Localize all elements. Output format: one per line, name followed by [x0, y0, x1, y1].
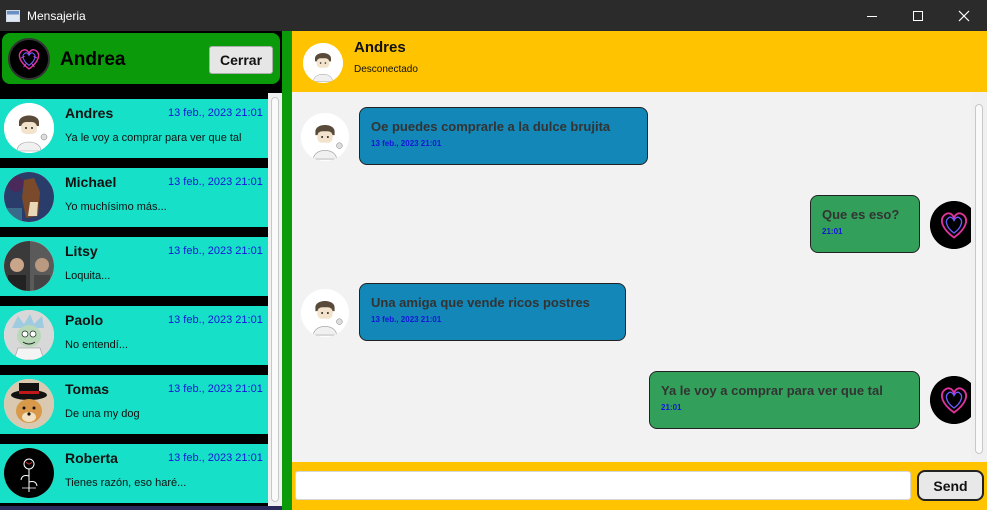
scientist-cartoon-avatar-icon: [4, 310, 54, 360]
contact-name: Roberta: [65, 450, 118, 466]
send-button[interactable]: Send: [917, 470, 984, 501]
contact-item-roberta[interactable]: Roberta 13 feb., 2023 21:01 Tienes razón…: [0, 444, 268, 503]
chat-contact-status: Desconectado: [354, 64, 418, 75]
message-text: Oe puedes comprarle a la dulce brujita: [371, 119, 611, 134]
contact-date: 13 feb., 2023 21:01: [168, 245, 263, 257]
maximize-icon: [913, 10, 923, 21]
contact-list-scrollbar[interactable]: [268, 93, 282, 510]
bottom-edge: [0, 506, 282, 510]
contact-item-litsy[interactable]: Litsy 13 feb., 2023 21:01 Loquita...: [0, 237, 268, 296]
message-time: 21:01: [822, 227, 843, 236]
contact-list[interactable]: Andres 13 feb., 2023 21:01 Ya le voy a c…: [0, 93, 268, 510]
contact-name: Litsy: [65, 243, 98, 259]
photo-collage-avatar-icon: [4, 241, 54, 291]
contact-last-message: No entendí...: [65, 339, 128, 351]
cartoon-boy-avatar-icon: [301, 113, 349, 161]
left-panel: Andrea Cerrar Andres 13 feb., 2023 21:01…: [0, 31, 292, 510]
contact-name: Paolo: [65, 312, 104, 328]
message-bubble-outgoing: Que es eso? 21:01: [810, 195, 920, 253]
window-controls: [849, 0, 987, 31]
contact-last-message: Ya le voy a comprar para ver que tal: [65, 132, 242, 144]
cerrar-button[interactable]: Cerrar: [209, 46, 273, 74]
close-icon: [958, 10, 970, 21]
contact-last-message: Yo muchísimo más...: [65, 201, 167, 213]
contact-date: 13 feb., 2023 21:01: [168, 107, 263, 119]
scrollbar-thumb[interactable]: [271, 97, 279, 502]
message-bubble-incoming: Oe puedes comprarle a la dulce brujita 1…: [359, 107, 648, 165]
cartoon-boy-avatar-icon: [4, 103, 54, 153]
panel-divider: [282, 31, 292, 510]
dog-with-hat-avatar-icon: [4, 379, 54, 429]
dark-rose-avatar-icon: [4, 448, 54, 498]
chat-contact-name: Andres: [354, 39, 406, 56]
minimize-button[interactable]: [849, 0, 895, 31]
message-text: Que es eso?: [822, 207, 900, 222]
message-time: 13 feb., 2023 21:01: [371, 315, 442, 324]
message-text: Una amiga que vende ricos postres: [371, 295, 590, 310]
message-bubble-incoming: Una amiga que vende ricos postres 13 feb…: [359, 283, 626, 341]
contact-date: 13 feb., 2023 21:01: [168, 176, 263, 188]
contact-last-message: Loquita...: [65, 270, 111, 282]
contact-item-tomas[interactable]: Tomas 13 feb., 2023 21:01 De una my dog: [0, 375, 268, 434]
message-bubble-outgoing: Ya le voy a comprar para ver que tal 21:…: [649, 371, 920, 429]
message-input[interactable]: [295, 471, 911, 500]
contact-name: Michael: [65, 174, 117, 190]
chat-panel: Andres Desconectado Oe puedes comprarle …: [292, 31, 987, 510]
message-area[interactable]: Oe puedes comprarle a la dulce brujita 1…: [292, 92, 987, 462]
contact-name: Tomas: [65, 381, 110, 397]
contact-date: 13 feb., 2023 21:01: [168, 383, 263, 395]
maximize-button[interactable]: [895, 0, 941, 31]
neon-heart-avatar-icon: [8, 38, 50, 80]
contact-last-message: De una my dog: [65, 408, 140, 420]
contact-name: Andres: [65, 105, 114, 121]
message-area-scrollbar[interactable]: [971, 92, 987, 462]
contact-item-michael[interactable]: Michael 13 feb., 2023 21:01 Yo muchísimo…: [0, 168, 268, 227]
message-time: 21:01: [661, 403, 682, 412]
contact-item-andres[interactable]: Andres 13 feb., 2023 21:01 Ya le voy a c…: [0, 99, 268, 158]
close-window-button[interactable]: [941, 0, 987, 31]
contact-item-paolo[interactable]: Paolo 13 feb., 2023 21:01 No entendí...: [0, 306, 268, 365]
contact-last-message: Tienes razón, eso haré...: [65, 477, 187, 489]
contact-date: 13 feb., 2023 21:01: [168, 314, 263, 326]
minimize-icon: [867, 15, 877, 17]
cartoon-boy-avatar-icon: [303, 43, 343, 83]
message-input-bar: Send: [292, 462, 987, 510]
window-titlebar: Mensajeria: [0, 0, 987, 31]
scrollbar-thumb[interactable]: [975, 104, 983, 454]
window-title: Mensajeria: [27, 8, 86, 23]
contact-date: 13 feb., 2023 21:01: [168, 452, 263, 464]
message-text: Ya le voy a comprar para ver que tal: [661, 383, 883, 398]
chat-header: Andres Desconectado: [292, 31, 987, 92]
message-time: 13 feb., 2023 21:01: [371, 139, 442, 148]
horse-cartoon-avatar-icon: [4, 172, 54, 222]
user-name: Andrea: [60, 49, 126, 70]
cartoon-boy-avatar-icon: [301, 289, 349, 337]
user-profile-card: Andrea Cerrar: [0, 31, 282, 86]
app-window-icon: [6, 9, 20, 22]
